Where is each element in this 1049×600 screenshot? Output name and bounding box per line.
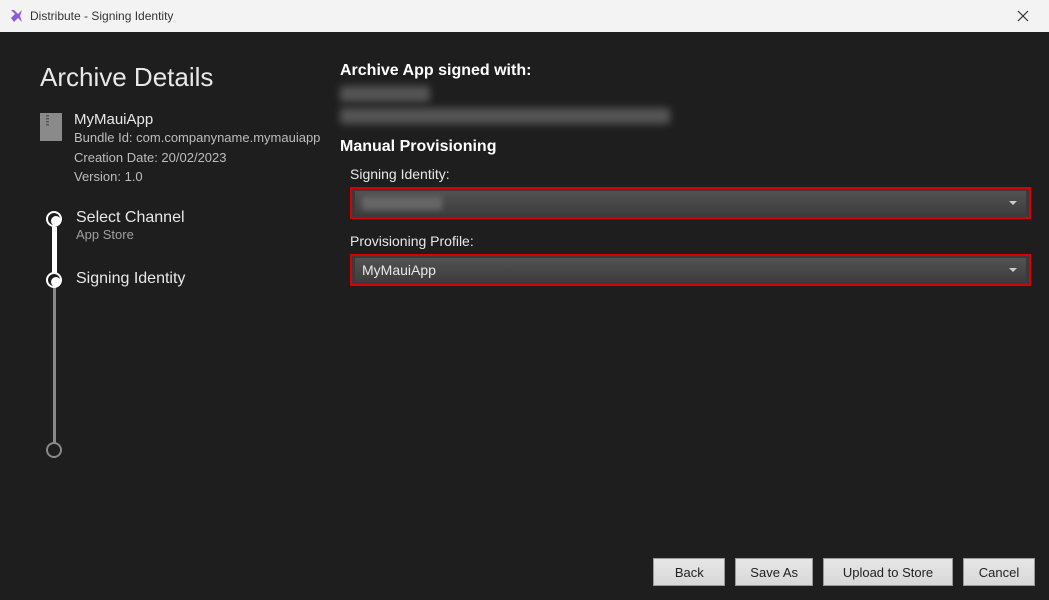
cancel-button[interactable]: Cancel [963,558,1035,586]
provisioning-profile-field: Provisioning Profile: MyMauiApp [350,233,1031,286]
signing-identity-dropdown[interactable] [350,187,1031,219]
chevron-down-icon [1009,201,1017,205]
chevron-down-icon [1009,268,1017,272]
app-name: MyMauiApp [74,111,320,128]
window-title: Distribute - Signing Identity [30,9,173,23]
step-subtitle: App Store [76,227,340,242]
close-button[interactable] [1003,0,1043,32]
step-signing-identity[interactable]: Signing Identity [46,270,340,300]
upload-to-store-button[interactable]: Upload to Store [823,558,953,586]
creation-date: Creation Date: 20/02/2023 [74,148,320,168]
signing-identity-label: Signing Identity: [350,166,1031,182]
signing-identity-field: Signing Identity: [350,166,1031,219]
manual-provisioning-heading: Manual Provisioning [340,138,1031,156]
right-panel: Archive App signed with: Manual Provisio… [340,62,1041,532]
step-dot-icon [46,211,62,227]
step-select-channel[interactable]: Select Channel App Store [46,209,340,242]
step-title: Select Channel [76,209,340,227]
bundle-id: Bundle Id: com.companyname.mymauiapp [74,128,320,148]
content-area: Archive Details MyMauiApp Bundle Id: com… [0,32,1049,532]
app-info: MyMauiApp Bundle Id: com.companyname.mym… [40,111,340,187]
redacted-text [340,86,430,102]
step-future [46,440,340,470]
provisioning-profile-value: MyMauiApp [362,262,436,278]
footer-buttons: Back Save As Upload to Store Cancel [653,558,1035,586]
step-dot-icon [46,272,62,288]
signed-with-heading: Archive App signed with: [340,62,1031,80]
archive-icon [40,113,62,141]
provisioning-profile-label: Provisioning Profile: [350,233,1031,249]
archive-details-heading: Archive Details [40,62,340,93]
version: Version: 1.0 [74,167,320,187]
redacted-text [340,108,670,124]
stepper: Select Channel App Store Signing Identit… [40,209,340,470]
step-title: Signing Identity [76,270,340,288]
provisioning-profile-dropdown[interactable]: MyMauiApp [350,254,1031,286]
signing-identity-value [362,196,442,210]
step-dot-icon [46,442,62,458]
back-button[interactable]: Back [653,558,725,586]
save-as-button[interactable]: Save As [735,558,813,586]
left-panel: Archive Details MyMauiApp Bundle Id: com… [40,62,340,532]
app-icon [8,8,24,24]
titlebar: Distribute - Signing Identity [0,0,1049,32]
